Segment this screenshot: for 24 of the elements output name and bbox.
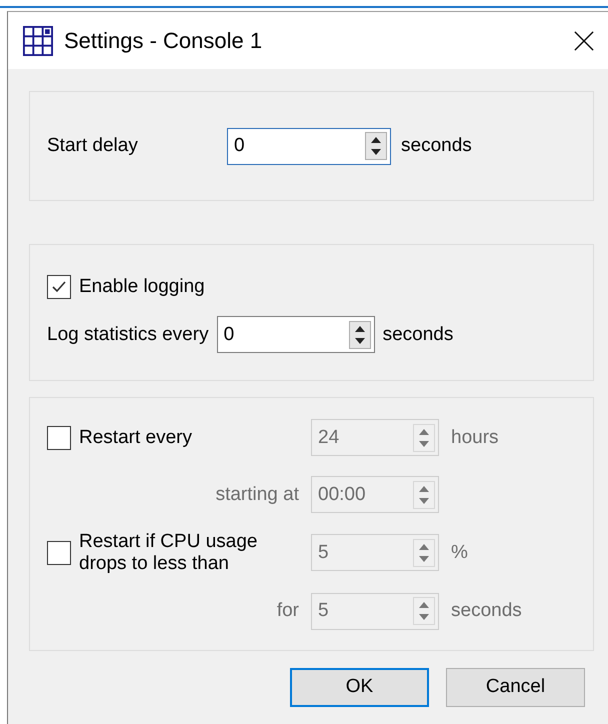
unit-label: %: [451, 542, 469, 564]
checkbox[interactable]: [47, 540, 71, 565]
field-label: Log statistics every: [47, 324, 209, 346]
checkbox-label: Restart if CPU usage drops to less than: [79, 531, 258, 575]
field-label: starting at: [214, 484, 299, 506]
spin-arrows-icon[interactable]: [348, 320, 371, 348]
field-label: Start delay: [47, 135, 139, 157]
cancel-button[interactable]: Cancel: [446, 668, 585, 707]
window-title: Settings - Console 1: [64, 28, 262, 54]
spin-arrows-icon[interactable]: [365, 132, 387, 160]
checkbox-label: Restart every: [79, 426, 192, 448]
grid-icon: [23, 26, 53, 56]
checkbox[interactable]: [47, 426, 71, 450]
close-icon[interactable]: [574, 30, 594, 50]
number-field[interactable]: 0: [216, 316, 375, 353]
checkbox[interactable]: [47, 275, 71, 299]
unit-label: seconds: [401, 135, 472, 157]
unit-label: seconds: [451, 600, 523, 622]
ok-button[interactable]: OK: [290, 668, 429, 707]
checkbox-label: Enable logging: [79, 276, 205, 298]
number-field[interactable]: 0: [227, 128, 391, 164]
field-label: for: [276, 600, 299, 622]
unit-label: hours: [451, 426, 500, 448]
unit-label: seconds: [382, 324, 454, 346]
